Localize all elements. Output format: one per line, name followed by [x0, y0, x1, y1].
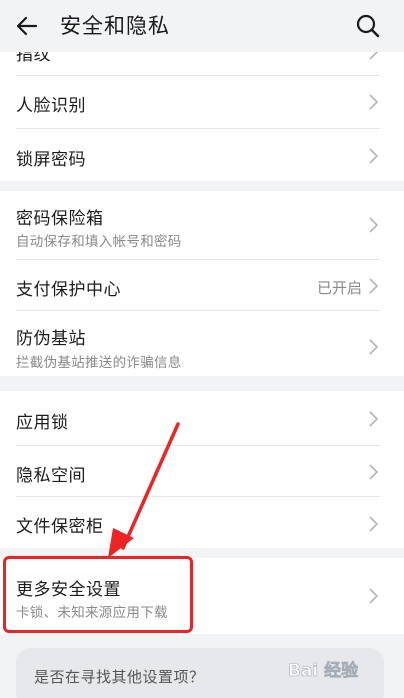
settings-item-private-space[interactable]: 隐私空间 [0, 446, 404, 496]
settings-item-face-recognition[interactable]: 人脸识别 [0, 76, 404, 128]
chevron-right-icon [369, 278, 378, 294]
chevron-right-icon [369, 148, 378, 164]
chevron-right-icon [369, 52, 378, 60]
chevron-right-icon [369, 217, 378, 233]
settings-item-lock-screen-password[interactable]: 锁屏密码 [0, 129, 404, 181]
settings-item-label: 支付保护中心 [16, 280, 121, 300]
settings-item-label: 人脸识别 [16, 96, 86, 116]
chevron-right-icon [369, 464, 378, 480]
chevron-right-icon [369, 411, 378, 427]
app-privacy-group: 应用锁 隐私空间 文件保密柜 [0, 391, 404, 548]
paw-logo-icon: Bai 经验 [288, 660, 360, 682]
chevron-right-icon [369, 339, 378, 355]
settings-item-label: 锁屏密码 [16, 150, 86, 170]
settings-item-fingerprint[interactable]: 指纹 [0, 52, 404, 76]
settings-item-payment-protection[interactable]: 支付保护中心 已开启 [0, 260, 404, 310]
settings-item-label: 防伪基站 [16, 329, 86, 349]
search-suggestion-text: 是否在寻找其他设置项？ [34, 668, 205, 686]
settings-item-label: 指纹 [16, 52, 51, 65]
app-header: 安全和隐私 [0, 0, 404, 52]
biometrics-group: 指纹 人脸识别 锁屏密码 [0, 52, 404, 181]
settings-item-app-lock[interactable]: 应用锁 [0, 391, 404, 443]
search-icon[interactable] [355, 13, 381, 39]
settings-item-file-safe[interactable]: 文件保密柜 [0, 497, 404, 548]
chevron-right-icon [369, 94, 378, 110]
settings-item-password-vault[interactable]: 密码保险箱 自动保存和填入帐号和密码 [0, 191, 404, 259]
back-arrow-icon[interactable] [14, 13, 40, 39]
page-title: 安全和隐私 [60, 14, 170, 38]
settings-item-description: 自动保存和填入帐号和密码 [16, 234, 182, 250]
settings-item-label: 应用锁 [16, 413, 69, 433]
settings-item-description: 拦截伪基站推送的诈骗信息 [16, 355, 182, 371]
settings-item-label: 密码保险箱 [16, 209, 104, 229]
settings-item-label: 文件保密柜 [16, 517, 104, 537]
settings-item-fake-base-station[interactable]: 防伪基站 拦截伪基站推送的诈骗信息 [0, 311, 404, 376]
watermark-text: Bai 经验 [288, 660, 359, 681]
status-value: 已开启 [316, 279, 362, 297]
chevron-right-icon [369, 588, 378, 604]
password-payment-group: 密码保险箱 自动保存和填入帐号和密码 支付保护中心 已开启 防伪基站 拦截伪基站… [0, 191, 404, 376]
annotation-highlight-box [3, 556, 193, 633]
chevron-right-icon [369, 516, 378, 532]
settings-item-label: 隐私空间 [16, 466, 86, 486]
baidu-jingyan-watermark: Bai 经验 [286, 650, 396, 690]
